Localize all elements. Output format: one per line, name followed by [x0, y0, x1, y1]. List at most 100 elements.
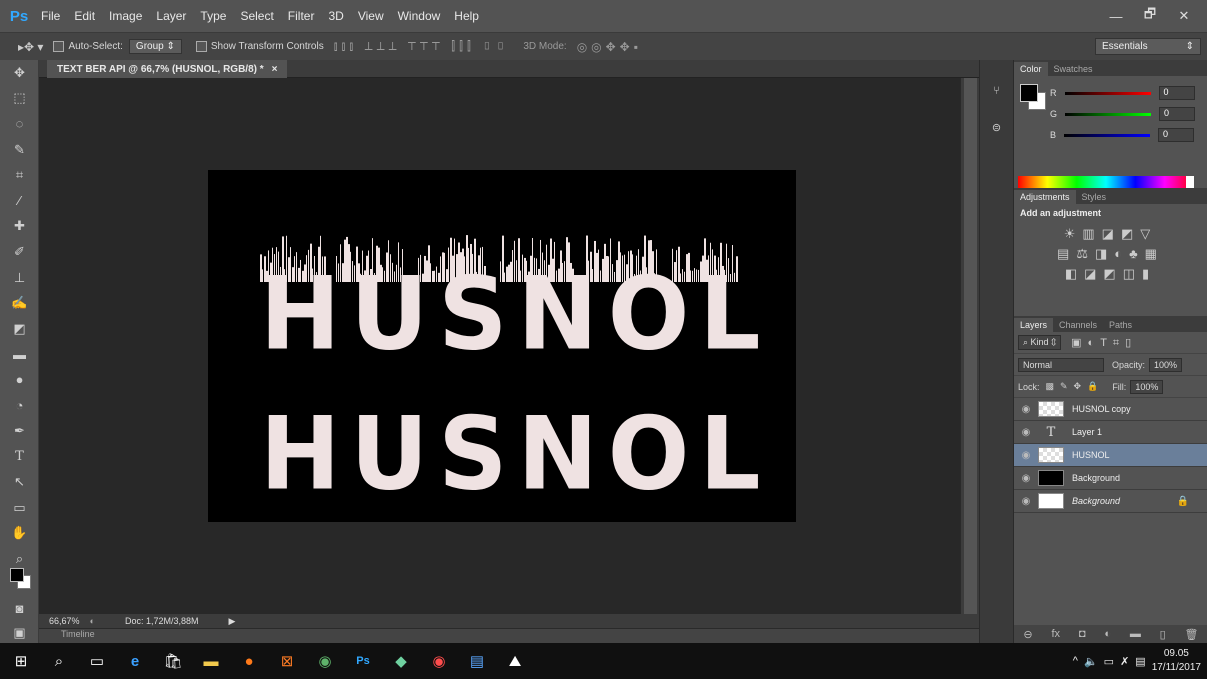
- dodge-tool-icon[interactable]: ◔: [0, 393, 39, 419]
- pen-tool-icon[interactable]: ✒: [0, 418, 39, 444]
- mask-icon[interactable]: ◘: [1079, 628, 1086, 640]
- blend-mode-dropdown[interactable]: Normal: [1018, 357, 1104, 372]
- trash-icon[interactable]: 🗑: [1185, 628, 1199, 641]
- folder-icon[interactable]: ▬: [1130, 628, 1141, 640]
- red-value[interactable]: 0: [1158, 86, 1195, 100]
- marquee-tool-icon[interactable]: ⬚: [0, 86, 39, 112]
- tab-channels[interactable]: Channels: [1053, 318, 1103, 332]
- link-icon[interactable]: ⊖: [1023, 628, 1032, 641]
- layer-row[interactable]: ◉ T Layer 1: [1014, 421, 1207, 444]
- layer-name[interactable]: HUSNOL: [1072, 450, 1110, 460]
- notepad-icon[interactable]: ▤: [458, 643, 496, 679]
- volume-icon[interactable]: 🔈: [1084, 655, 1098, 668]
- visibility-eye-icon[interactable]: ◉: [1014, 496, 1038, 507]
- workspace-switcher[interactable]: Essentials ⇕: [1095, 38, 1201, 55]
- tab-adjustments[interactable]: Adjustments: [1014, 190, 1076, 204]
- lock-icon[interactable]: 🔒: [1177, 496, 1189, 507]
- visibility-eye-icon[interactable]: ◉: [1014, 473, 1038, 484]
- path-select-icon[interactable]: ↖: [0, 470, 39, 496]
- menu-layer[interactable]: Layer: [149, 9, 193, 23]
- layer-row[interactable]: ◉ HUSNOL copy: [1014, 398, 1207, 421]
- visibility-eye-icon[interactable]: ◉: [1014, 404, 1038, 415]
- file-explorer-icon[interactable]: ▬: [192, 643, 230, 679]
- task-view-icon[interactable]: ▭: [78, 643, 116, 679]
- menu-image[interactable]: Image: [102, 9, 149, 23]
- align-icons[interactable]: ⫾⫾⫾ ⊥⊥⊥ ⊤⊤⊤ ⫿⫿⫿ ▯▯: [334, 39, 510, 54]
- scroll-thumb[interactable]: [964, 78, 977, 614]
- layer-name[interactable]: Background: [1072, 496, 1120, 506]
- document-canvas[interactable]: HUSNOL HUSNOL: [208, 170, 796, 522]
- gradient-tool-icon[interactable]: ▬: [0, 342, 39, 368]
- lock-icons[interactable]: ▩✎✥🔒: [1046, 381, 1105, 392]
- android-studio-icon[interactable]: ◉: [306, 643, 344, 679]
- spectrum-white-cap[interactable]: [1186, 176, 1194, 188]
- screen-mode-icon[interactable]: ▣: [0, 620, 39, 646]
- document-tab[interactable]: TEXT BER API @ 66,7% (HUSNOL, RGB/8) * ×: [47, 60, 288, 78]
- minimize-button[interactable]: —: [1101, 6, 1131, 26]
- brush-tool-icon[interactable]: ✐: [0, 239, 39, 265]
- menu-3d[interactable]: 3D: [321, 9, 350, 23]
- filter-icons[interactable]: ▣◐T⌗▯: [1071, 336, 1137, 350]
- red-slider[interactable]: R 0: [1050, 86, 1200, 100]
- quick-mask-icon[interactable]: ◙: [0, 596, 39, 622]
- status-arrow-icon[interactable]: ▶: [229, 616, 236, 627]
- red-track[interactable]: [1064, 91, 1151, 95]
- menu-view[interactable]: View: [351, 9, 391, 23]
- menu-window[interactable]: Window: [391, 9, 448, 23]
- tab-styles[interactable]: Styles: [1076, 190, 1113, 204]
- blur-tool-icon[interactable]: ●: [0, 367, 39, 393]
- store-icon[interactable]: 🛍: [154, 643, 192, 679]
- tab-color[interactable]: Color: [1014, 62, 1048, 76]
- menu-help[interactable]: Help: [447, 9, 486, 23]
- history-panel-icon[interactable]: ⑂: [986, 82, 1008, 100]
- visibility-eye-icon[interactable]: ◉: [1014, 450, 1038, 461]
- opacity-field[interactable]: 100%: [1149, 357, 1183, 372]
- menu-filter[interactable]: Filter: [281, 9, 322, 23]
- zoom-level[interactable]: 66,67%: [49, 616, 80, 626]
- eraser-tool-icon[interactable]: ◩: [0, 316, 39, 342]
- layer-name[interactable]: Background: [1072, 473, 1120, 483]
- lasso-tool-icon[interactable]: ◌: [0, 111, 39, 137]
- layer-row[interactable]: ◉ HUSNOL: [1014, 444, 1207, 467]
- adjustment-icons-row-3[interactable]: ◧◪◩◫▮: [1014, 266, 1207, 282]
- stamp-tool-icon[interactable]: ⊥: [0, 265, 39, 291]
- restore-button[interactable]: 🗗: [1135, 6, 1165, 26]
- fx-icon[interactable]: fx: [1051, 628, 1060, 640]
- foreground-color-swatch[interactable]: [10, 568, 24, 582]
- info-icon[interactable]: ◐: [90, 616, 95, 626]
- menu-type[interactable]: Type: [193, 9, 233, 23]
- quick-select-tool-icon[interactable]: ✎: [0, 137, 39, 163]
- blue-track[interactable]: [1064, 133, 1151, 137]
- adjustment-icons-row-2[interactable]: ▤⚖◨◐♣▦: [1014, 246, 1207, 262]
- fg-swatch[interactable]: [1020, 84, 1038, 102]
- photoshop-logo[interactable]: Ps: [4, 5, 34, 27]
- timeline-label[interactable]: Timeline: [61, 629, 95, 639]
- rectangle-tool-icon[interactable]: ▭: [0, 495, 39, 521]
- layer-name[interactable]: Layer 1: [1072, 427, 1102, 437]
- move-tool-icon[interactable]: ✥: [0, 60, 39, 86]
- tab-paths[interactable]: Paths: [1103, 318, 1138, 332]
- 3d-mode-icons[interactable]: ◎◎✥✥▪: [577, 40, 642, 54]
- new-layer-icon[interactable]: ▯: [1160, 628, 1166, 641]
- vertical-scrollbar[interactable]: [960, 78, 979, 614]
- close-button[interactable]: ✕: [1169, 6, 1199, 26]
- visibility-eye-icon[interactable]: ◉: [1014, 427, 1038, 438]
- group-dropdown[interactable]: Group ⇕: [128, 39, 182, 54]
- photoshop-taskbar-icon[interactable]: Ps: [344, 643, 382, 679]
- menu-select[interactable]: Select: [233, 9, 280, 23]
- battery-icon[interactable]: ▭: [1104, 655, 1114, 668]
- show-transform-checkbox[interactable]: Show Transform Controls: [195, 40, 324, 52]
- close-tab-icon[interactable]: ×: [272, 64, 278, 75]
- search-icon[interactable]: ⌕: [40, 643, 78, 679]
- edge-icon[interactable]: e: [116, 643, 154, 679]
- move-tool-icon[interactable]: ▸✥ ▾: [18, 40, 43, 54]
- clock[interactable]: 09.05 17/11/2017: [1152, 647, 1201, 675]
- tab-layers[interactable]: Layers: [1014, 318, 1054, 332]
- kind-filter[interactable]: ⌕ Kind ⇕: [1018, 335, 1062, 350]
- blue-slider[interactable]: B 0: [1050, 128, 1200, 142]
- menu-edit[interactable]: Edit: [67, 9, 102, 23]
- crop-tool-icon[interactable]: ⌗: [0, 162, 39, 188]
- network-icon[interactable]: ✗: [1120, 655, 1129, 668]
- auto-select-checkbox[interactable]: Auto-Select:: [53, 40, 123, 52]
- fill-field[interactable]: 100%: [1130, 379, 1164, 394]
